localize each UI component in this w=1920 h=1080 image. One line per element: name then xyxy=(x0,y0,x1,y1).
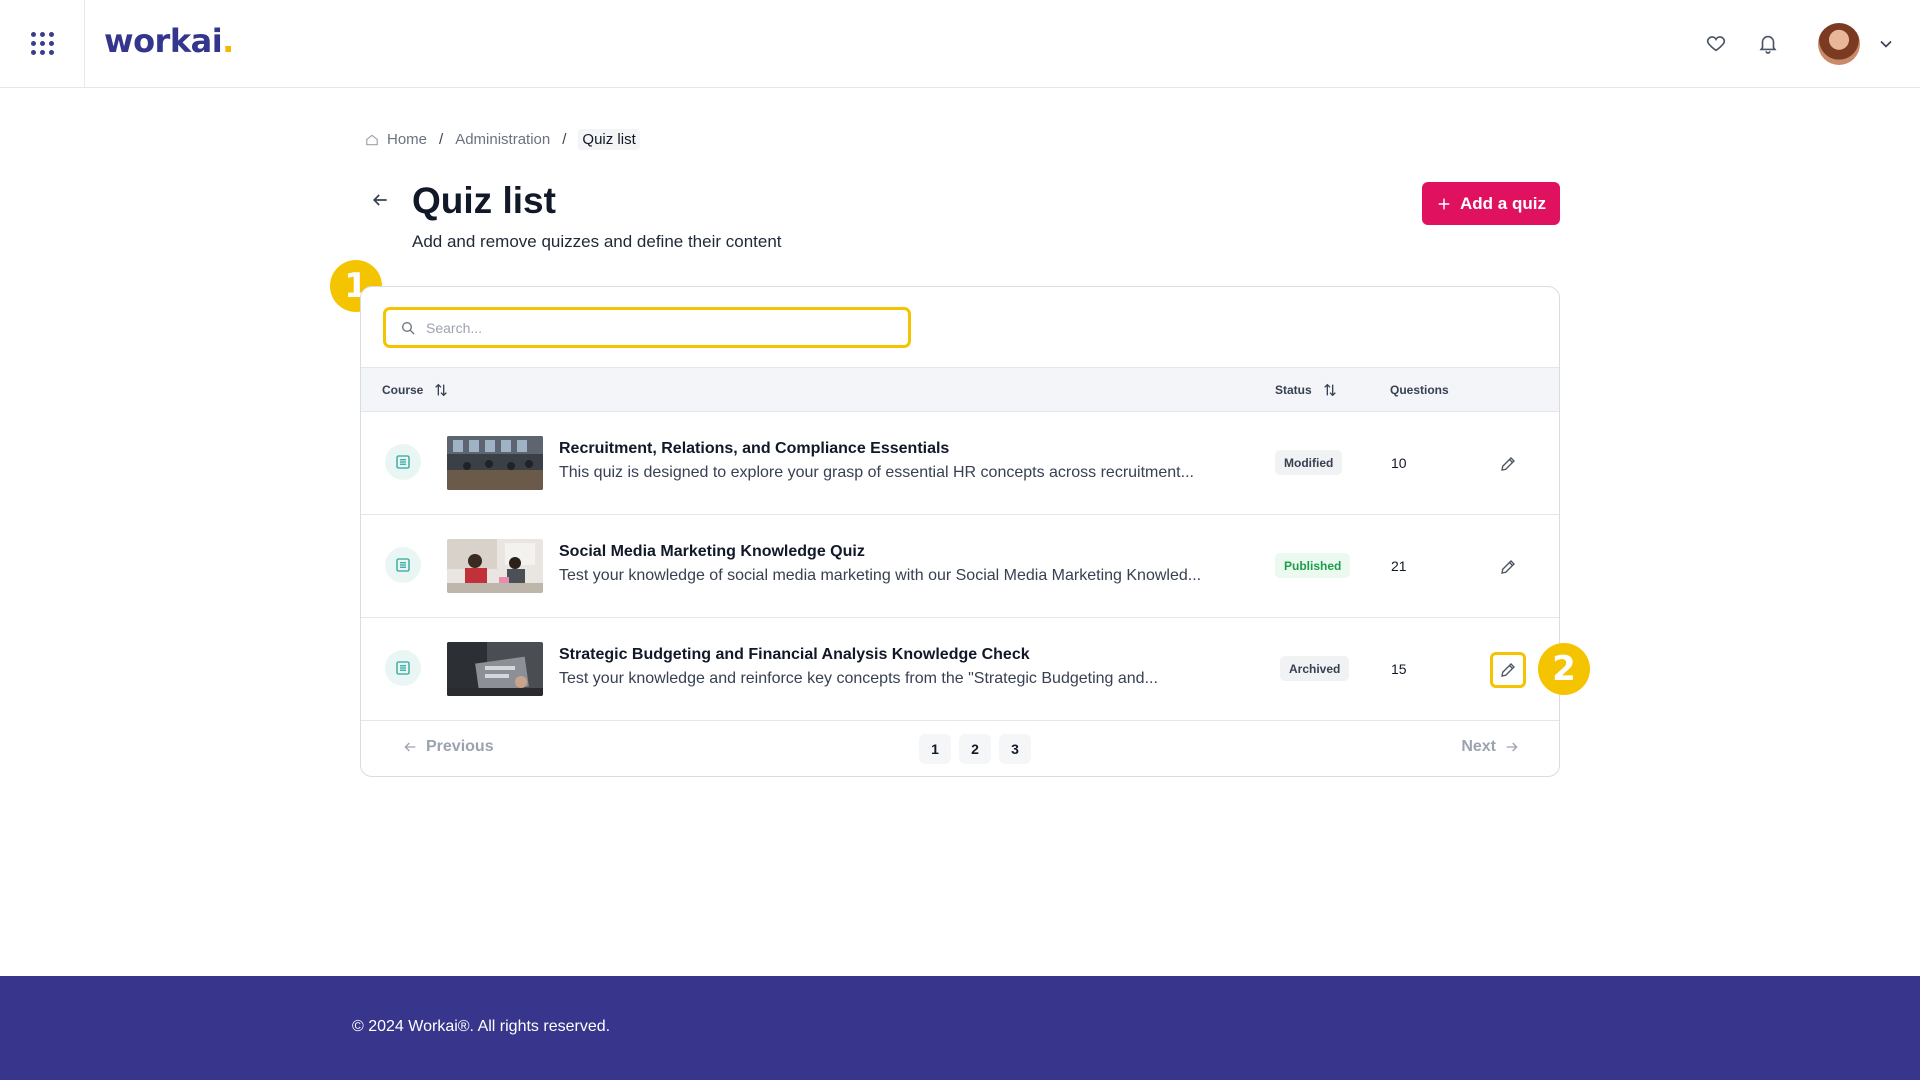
next-button[interactable]: Next xyxy=(1461,738,1520,756)
callout-marker-2: 2 xyxy=(1538,643,1590,695)
column-course[interactable]: Course xyxy=(382,368,449,411)
table-header: Course Status Questions xyxy=(361,367,1559,412)
quiz-thumbnail xyxy=(447,642,543,696)
breadcrumb-current: Quiz list xyxy=(578,129,640,150)
quiz-title[interactable]: Social Media Marketing Knowledge Quiz xyxy=(559,543,865,561)
chevron-down-icon[interactable] xyxy=(1876,34,1896,54)
breadcrumb: Home / Administration / Quiz list xyxy=(365,129,640,150)
pencil-icon xyxy=(1501,663,1515,677)
page-title: Quiz list xyxy=(412,180,556,221)
plus-icon xyxy=(1438,198,1450,209)
quiz-description: Test your knowledge of social media mark… xyxy=(559,567,1202,584)
bell-icon[interactable] xyxy=(1755,30,1781,56)
quiz-thumbnail xyxy=(447,539,543,593)
breadcrumb-administration[interactable]: Administration xyxy=(455,131,550,148)
question-count: 21 xyxy=(1391,558,1407,574)
quiz-description: This quiz is designed to explore your gr… xyxy=(559,464,1194,481)
quiz-table-card: Course Status Questions Recruitment, Rel… xyxy=(360,286,1560,777)
search-icon xyxy=(402,321,415,334)
page-2-button[interactable]: 2 xyxy=(959,734,991,764)
page-numbers: 1 2 3 xyxy=(919,734,1031,764)
add-quiz-label: Add a quiz xyxy=(1460,193,1546,213)
question-count: 15 xyxy=(1391,661,1407,677)
quiz-list-icon xyxy=(385,444,421,480)
quiz-title[interactable]: Strategic Budgeting and Financial Analys… xyxy=(559,646,1030,664)
column-status[interactable]: Status xyxy=(1275,368,1338,411)
add-quiz-button[interactable]: Add a quiz xyxy=(1422,182,1560,225)
table-row[interactable]: Social Media Marketing Knowledge Quiz Te… xyxy=(361,515,1559,618)
copyright-text: © 2024 Workai®. All rights reserved. xyxy=(352,1018,611,1035)
home-icon xyxy=(365,133,379,147)
search-box[interactable] xyxy=(383,307,911,348)
sort-icon[interactable] xyxy=(1322,382,1338,398)
quiz-list-icon xyxy=(385,547,421,583)
table-row[interactable]: Strategic Budgeting and Financial Analys… xyxy=(361,618,1559,721)
apps-grid-icon[interactable] xyxy=(0,0,85,87)
arrow-left-icon xyxy=(404,742,416,752)
edit-button[interactable] xyxy=(1490,652,1526,688)
table-row[interactable]: Recruitment, Relations, and Compliance E… xyxy=(361,412,1559,515)
top-bar: workai. xyxy=(0,0,1920,88)
status-badge: Modified xyxy=(1275,450,1343,475)
breadcrumb-separator: / xyxy=(562,131,567,148)
pencil-icon xyxy=(1501,560,1515,574)
search-input[interactable] xyxy=(426,319,866,336)
quiz-list-icon xyxy=(385,650,421,686)
footer: © 2024 Workai®. All rights reserved. xyxy=(0,976,1920,1080)
back-arrow-icon[interactable] xyxy=(368,188,392,212)
breadcrumb-separator: / xyxy=(439,131,444,148)
heart-icon[interactable] xyxy=(1703,30,1729,56)
pagination: Previous 1 2 3 Next xyxy=(361,721,1559,776)
page-3-button[interactable]: 3 xyxy=(999,734,1031,764)
status-badge: Archived xyxy=(1280,656,1350,681)
edit-button[interactable] xyxy=(1490,549,1526,585)
quiz-title[interactable]: Recruitment, Relations, and Compliance E… xyxy=(559,440,949,458)
edit-button[interactable] xyxy=(1490,446,1526,482)
previous-button[interactable]: Previous xyxy=(402,738,494,756)
arrow-right-icon xyxy=(1506,742,1518,752)
avatar[interactable] xyxy=(1818,23,1860,65)
page-subtitle: Add and remove quizzes and define their … xyxy=(412,232,782,251)
quiz-thumbnail xyxy=(447,436,543,490)
breadcrumb-home[interactable]: Home xyxy=(387,131,427,148)
page-1-button[interactable]: 1 xyxy=(919,734,951,764)
status-badge: Published xyxy=(1275,553,1351,578)
quiz-description: Test your knowledge and reinforce key co… xyxy=(559,670,1158,687)
sort-icon[interactable] xyxy=(433,382,449,398)
logo[interactable]: workai. xyxy=(104,22,234,60)
column-questions: Questions xyxy=(1390,382,1449,397)
pencil-icon xyxy=(1501,457,1515,471)
question-count: 10 xyxy=(1391,455,1407,471)
